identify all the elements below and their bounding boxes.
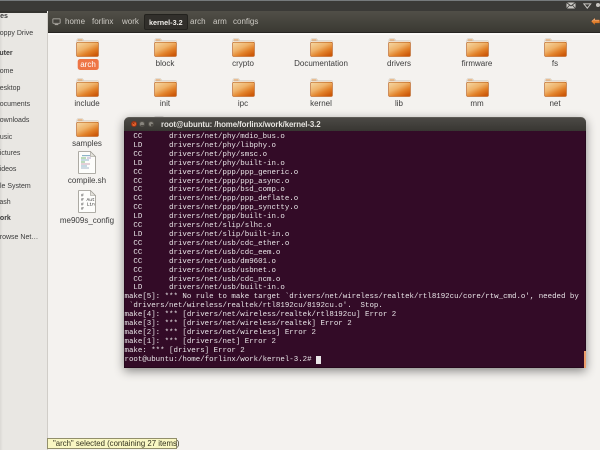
- svg-text:#: #: [81, 206, 84, 212]
